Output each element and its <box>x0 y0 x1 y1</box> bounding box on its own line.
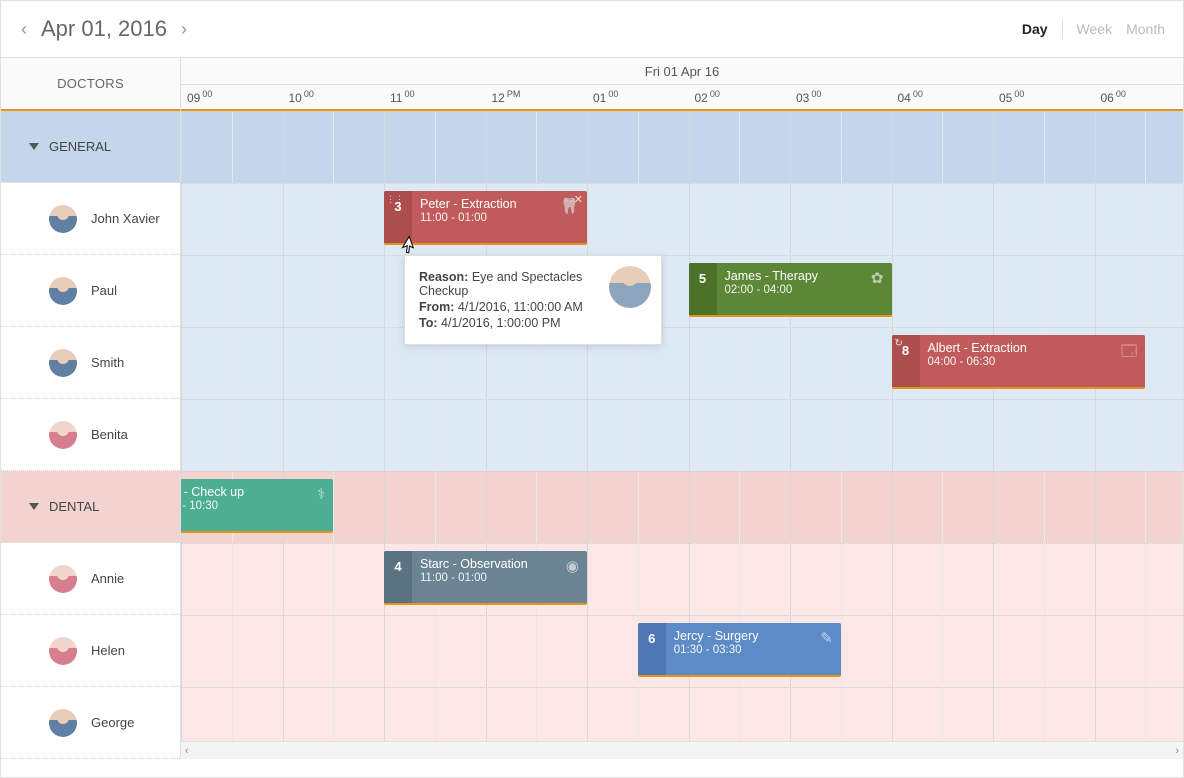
appointment-title: Starc - Observation <box>420 557 579 571</box>
resource-row[interactable]: John Xavier <box>1 183 180 255</box>
hour-label: 1100 <box>390 89 414 105</box>
timeline: Fri 01 Apr 16 0900 1000 1100 12PM 0100 0200 03… <box>181 57 1183 759</box>
appointment-title: Peter - Extraction <box>420 197 579 211</box>
hour-label: 0900 <box>187 89 212 105</box>
appointment-title: Albert - Extraction <box>928 341 1138 355</box>
appointment-time: 30 - 10:30 <box>181 500 325 512</box>
avatar <box>49 205 77 233</box>
tooltip-reason-label: Reason: <box>419 270 468 284</box>
resource-row[interactable]: Paul <box>1 255 180 327</box>
appointment[interactable]: nn - Check up30 - 10:30⚕ <box>181 479 333 533</box>
tooltip-to: 4/1/2016, 1:00:00 PM <box>441 316 561 330</box>
view-month[interactable]: Month <box>1126 19 1165 39</box>
group-header-dental[interactable]: DENTAL <box>1 471 180 543</box>
appointment[interactable]: 4 Starc - Observation11:00 - 01:00◉ <box>384 551 587 605</box>
appointment[interactable]: ⋮⋮3Peter - Extraction11:00 - 01:00🦷✕ <box>384 191 587 245</box>
tooltip-avatar <box>609 266 651 308</box>
appointment-title: Jercy - Surgery <box>674 629 833 643</box>
hour-label: 0300 <box>796 89 821 105</box>
appointment-id: 6 <box>638 623 666 675</box>
resource-row[interactable]: Smith <box>1 327 180 399</box>
resource-sidebar: DOCTORS GENERAL John Xavier Paul Smith Benit… <box>1 57 181 759</box>
appointment-title: James - Therapy <box>725 269 884 283</box>
toolbar: ‹ Apr 01, 2016 › Day Week Month <box>1 1 1183 57</box>
current-date-label[interactable]: Apr 01, 2016 <box>41 16 167 42</box>
avatar <box>49 565 77 593</box>
resource-row[interactable]: Annie <box>1 543 180 615</box>
appointment[interactable]: 6 Jercy - Surgery01:30 - 03:30✎ <box>638 623 841 677</box>
next-date-button[interactable]: › <box>179 19 189 40</box>
appointment-time: 11:00 - 01:00 <box>420 212 579 224</box>
timeline-body[interactable]: ⋮⋮3Peter - Extraction11:00 - 01:00🦷✕ 5 Jam… <box>181 111 1183 751</box>
resource-name: Paul <box>91 283 117 298</box>
appointment-time: 01:30 - 03:30 <box>674 644 833 656</box>
group-header-general[interactable]: GENERAL <box>1 111 180 183</box>
collapse-icon[interactable] <box>29 143 39 150</box>
appointment-type-icon: ◉ <box>566 557 579 575</box>
resource-name: Helen <box>91 643 125 658</box>
scheduler: DOCTORS GENERAL John Xavier Paul Smith Benit… <box>1 57 1183 759</box>
resource-row[interactable]: Benita <box>1 399 180 471</box>
view-day[interactable]: Day <box>1022 19 1063 39</box>
appointment-type-icon: 🗔 <box>1121 341 1137 366</box>
date-header-label: Fri 01 Apr 16 <box>181 64 1183 79</box>
avatar <box>49 637 77 665</box>
drag-handle-icon[interactable]: ⋮⋮ <box>386 197 404 201</box>
resource-name: Smith <box>91 355 124 370</box>
hour-label: 0500 <box>999 89 1024 105</box>
tooltip-from-label: From: <box>419 300 454 314</box>
appointment-time: 04:00 - 06:30 <box>928 356 1138 368</box>
avatar <box>49 709 77 737</box>
horizontal-scrollbar[interactable]: ‹ › <box>181 741 1183 759</box>
hour-label: 1000 <box>289 89 314 105</box>
appointment-title: nn - Check up <box>181 485 325 499</box>
hour-label: 0200 <box>695 89 720 105</box>
view-switcher: Day Week Month <box>1022 19 1165 39</box>
appointment-time: 02:00 - 04:00 <box>725 284 884 296</box>
appointment-time: 11:00 - 01:00 <box>420 572 579 584</box>
avatar <box>49 421 77 449</box>
appointment[interactable]: 5 James - Therapy02:00 - 04:00✿ <box>689 263 892 317</box>
tooltip-to-label: To: <box>419 316 438 330</box>
resource-row[interactable]: George <box>1 687 180 759</box>
hour-label: 12PM <box>492 89 521 105</box>
appointment[interactable]: ↻8Albert - Extraction04:00 - 06:30🗔 <box>892 335 1146 389</box>
date-navigator: ‹ Apr 01, 2016 › <box>19 16 189 42</box>
prev-date-button[interactable]: ‹ <box>19 19 29 40</box>
appointment-type-icon: ✎ <box>820 629 833 647</box>
hour-label: 0100 <box>593 89 618 105</box>
tooltip-from: 4/1/2016, 11:00:00 AM <box>458 300 583 314</box>
scroll-left-icon[interactable]: ‹ <box>185 745 189 757</box>
view-week[interactable]: Week <box>1077 19 1113 39</box>
appointment-type-icon: ⚕ <box>317 485 325 503</box>
collapse-icon[interactable] <box>29 503 39 510</box>
appointment-id: 4 <box>384 551 412 603</box>
appointment-tooltip: Reason: Eye and Spectacles Checkup From:… <box>404 255 662 345</box>
resource-name: George <box>91 715 134 730</box>
sidebar-header: DOCTORS <box>1 57 180 111</box>
resource-name: Benita <box>91 427 128 442</box>
hour-header-row: 0900 1000 1100 12PM 0100 0200 0300 0400 0500 0600 <box>181 85 1183 111</box>
appointment-id: 5 <box>689 263 717 315</box>
resource-name: John Xavier <box>91 211 160 226</box>
recurrence-icon: ↻ <box>895 338 903 349</box>
group-label: GENERAL <box>49 139 111 154</box>
scroll-right-icon[interactable]: › <box>1175 745 1179 757</box>
date-header-row: Fri 01 Apr 16 <box>181 57 1183 85</box>
avatar <box>49 349 77 377</box>
appointment-type-icon: ✿ <box>871 269 884 287</box>
hour-label: 0600 <box>1101 89 1126 105</box>
hour-label: 0400 <box>898 89 923 105</box>
avatar <box>49 277 77 305</box>
resource-name: Annie <box>91 571 124 586</box>
close-icon[interactable]: ✕ <box>574 193 583 206</box>
resource-row[interactable]: Helen <box>1 615 180 687</box>
group-label: DENTAL <box>49 499 99 514</box>
